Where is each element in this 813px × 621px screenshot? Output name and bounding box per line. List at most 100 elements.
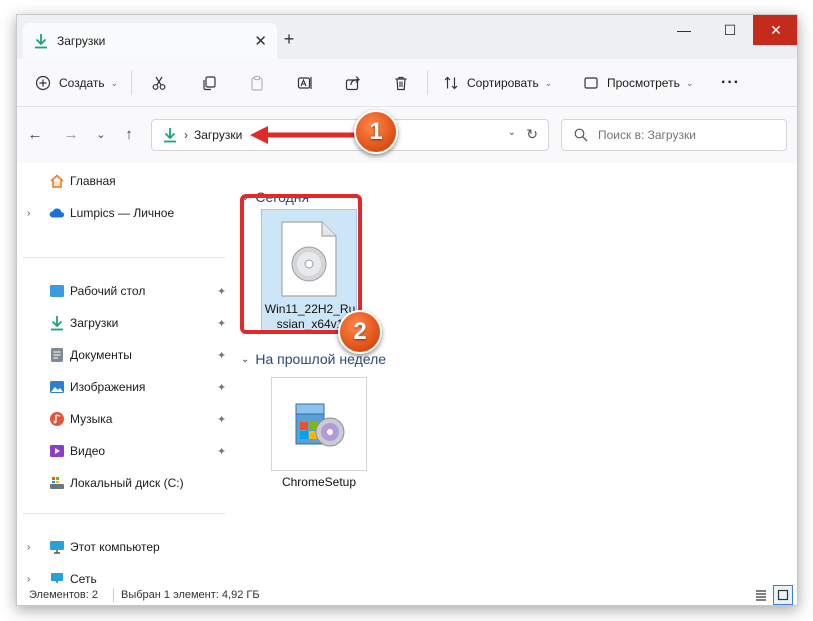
pin-icon[interactable]: ✦ <box>217 381 226 394</box>
installer-icon <box>295 403 345 447</box>
sidebar-item-documents[interactable]: Документы ✦ <box>17 341 233 369</box>
close-window-button[interactable]: ✕ <box>753 15 797 45</box>
maximize-button[interactable]: ☐ <box>707 15 753 45</box>
selection-info: Выбран 1 элемент: 4,92 ГБ <box>121 589 260 601</box>
sidebar-item-label: Lumpics — Личное <box>70 206 175 220</box>
copy-button[interactable] <box>201 59 217 107</box>
sidebar-item-this-pc[interactable]: › Этот компьютер <box>17 533 233 561</box>
delete-button[interactable] <box>393 59 409 107</box>
annotation-badge-2: 2 <box>338 310 382 354</box>
copy-icon <box>203 76 216 91</box>
toolbar-divider <box>427 71 428 95</box>
sidebar-divider <box>23 513 225 514</box>
download-icon <box>49 315 65 331</box>
document-icon <box>49 347 65 363</box>
sidebar-item-onedrive[interactable]: › Lumpics — Личное <box>17 199 233 227</box>
sidebar-item-downloads[interactable]: Загрузки ✦ <box>17 309 233 337</box>
group-title: На прошлой неделе <box>255 351 387 367</box>
create-button[interactable]: Создать ⌄ <box>35 59 118 107</box>
computer-icon <box>49 539 65 555</box>
sidebar-item-label: Документы <box>70 348 132 362</box>
status-divider <box>113 588 114 602</box>
new-tab-button[interactable]: + <box>279 29 299 50</box>
chevron-down-icon: ⌄ <box>110 77 119 88</box>
plus-circle-icon <box>35 75 51 91</box>
view-label: Просмотреть <box>607 76 680 90</box>
file-name: ChromeSetup <box>281 475 357 489</box>
video-icon <box>49 443 65 459</box>
trash-icon <box>395 76 407 91</box>
title-bar: Загрузки ✕ + — ☐ ✕ <box>17 15 797 59</box>
tab-close-icon[interactable]: ✕ <box>254 32 267 50</box>
search-input[interactable] <box>598 128 778 142</box>
home-icon <box>49 173 65 189</box>
sidebar-item-label: Загрузки <box>70 316 119 330</box>
chevron-right-icon[interactable]: › <box>27 208 30 219</box>
sort-label: Сортировать <box>467 76 539 90</box>
sidebar-item-music[interactable]: Музыка ✦ <box>17 405 233 433</box>
pin-icon[interactable]: ✦ <box>217 445 226 458</box>
details-view-icon[interactable] <box>751 585 771 605</box>
pin-icon[interactable]: ✦ <box>217 349 226 362</box>
download-icon <box>164 128 176 143</box>
sort-button[interactable]: Сортировать ⌄ <box>443 59 552 107</box>
search-box[interactable] <box>561 119 787 151</box>
navigation-pane: Главная › Lumpics — Личное Рабочий стол … <box>17 163 233 586</box>
search-icon <box>574 128 588 142</box>
annotation-badge-1: 1 <box>354 110 398 154</box>
status-bar: Элементов: 2 Выбран 1 элемент: 4,92 ГБ <box>17 583 797 605</box>
view-menu-button[interactable]: Просмотреть ⌄ <box>583 59 693 107</box>
back-arrow-icon[interactable]: ← <box>25 125 45 145</box>
command-bar: Создать ⌄ Сортировать ⌄ Просмотреть ⌄ ··… <box>17 59 797 107</box>
download-icon <box>35 34 47 49</box>
rename-button[interactable] <box>297 59 313 107</box>
cut-button[interactable] <box>151 59 167 107</box>
desktop-icon <box>49 283 65 299</box>
sidebar-item-videos[interactable]: Видео ✦ <box>17 437 233 465</box>
breadcrumb-separator: › <box>184 128 188 142</box>
sidebar-item-local-disk[interactable]: Локальный диск (C:) <box>17 469 233 497</box>
address-row: ← → ⌄ ↑ › Загрузки ⌄ ↻ <box>17 107 797 163</box>
picture-icon <box>49 379 65 395</box>
sort-icon <box>444 76 458 90</box>
sidebar-item-label: Видео <box>70 444 106 458</box>
items-count: Элементов: 2 <box>29 589 98 601</box>
more-options-button[interactable]: ··· <box>721 59 740 107</box>
forward-arrow-icon[interactable]: → <box>61 125 81 145</box>
sidebar-item-pictures[interactable]: Изображения ✦ <box>17 373 233 401</box>
up-arrow-icon[interactable]: ↑ <box>119 125 139 145</box>
breadcrumb-downloads[interactable]: Загрузки <box>194 128 242 142</box>
create-label: Создать <box>59 76 105 90</box>
sidebar-item-home[interactable]: Главная <box>17 167 233 195</box>
annotation-highlight-box <box>240 194 362 334</box>
paste-button[interactable] <box>249 59 265 107</box>
explorer-window: Загрузки ✕ + — ☐ ✕ Создать ⌄ Сортировать… <box>16 14 798 606</box>
minimize-button[interactable]: — <box>661 15 707 45</box>
sidebar-divider <box>23 257 225 258</box>
scissors-icon <box>152 76 166 90</box>
chevron-right-icon[interactable]: › <box>27 542 30 553</box>
rename-icon <box>297 77 312 89</box>
sidebar-item-label: Этот компьютер <box>70 540 160 554</box>
cloud-icon <box>49 205 65 221</box>
address-dropdown-icon[interactable]: ⌄ <box>508 127 516 138</box>
sidebar-item-label: Изображения <box>70 380 146 394</box>
pin-icon[interactable]: ✦ <box>217 285 226 298</box>
file-item-chromesetup[interactable]: ChromeSetup <box>271 377 367 495</box>
refresh-icon[interactable]: ↻ <box>526 126 538 143</box>
tab-downloads[interactable]: Загрузки ✕ <box>23 23 277 59</box>
share-button[interactable] <box>345 59 361 107</box>
file-thumbnail <box>271 377 367 471</box>
sidebar-item-desktop[interactable]: Рабочий стол ✦ <box>17 277 233 305</box>
chevron-down-icon: ⌄ <box>544 77 553 88</box>
view-icon <box>584 77 598 89</box>
disk-icon <box>49 475 65 491</box>
tiles-view-icon[interactable] <box>773 585 793 605</box>
sidebar-item-label: Главная <box>70 174 116 188</box>
chevron-down-icon: ⌄ <box>685 77 694 88</box>
tab-title: Загрузки <box>57 34 106 48</box>
pin-icon[interactable]: ✦ <box>217 317 226 330</box>
clipboard-icon <box>251 75 263 91</box>
pin-icon[interactable]: ✦ <box>217 413 226 426</box>
recent-locations-chevron-icon[interactable]: ⌄ <box>91 125 111 145</box>
